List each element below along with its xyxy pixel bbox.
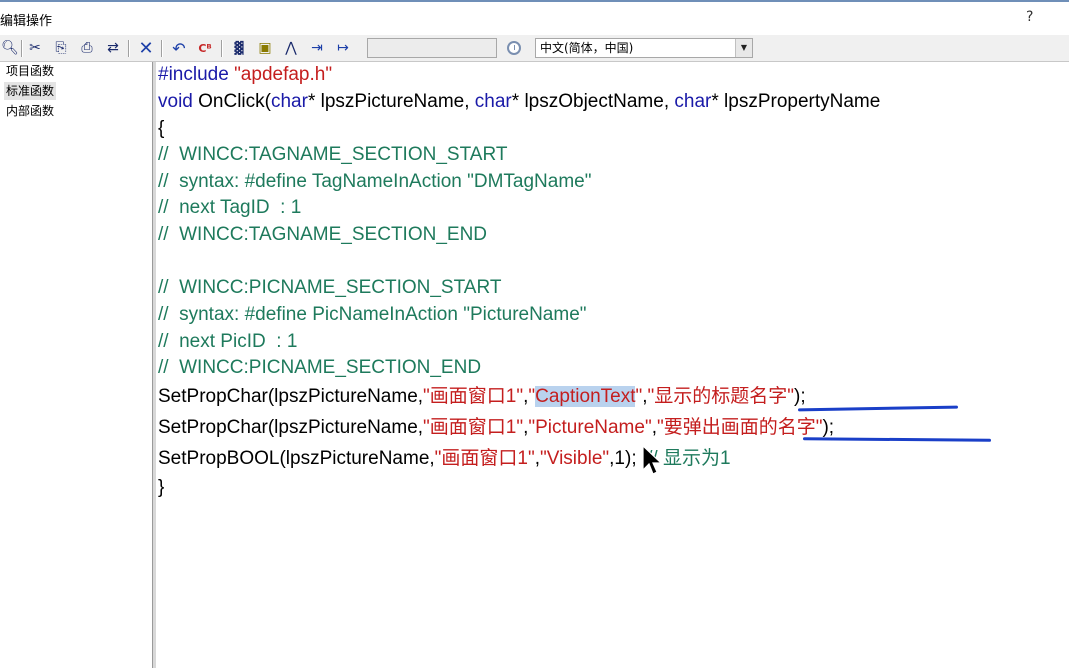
toolbar: 🔍︎ ✂︎ ⎘ ⎙ ⇄ ✕ ↶ Cᴮ ▓ ▣ ⋀ ⇥ ↦ 中文(简体，中国) ▼ xyxy=(0,35,1069,62)
cube-icon[interactable]: ▣ xyxy=(255,38,275,58)
toolbar-field[interactable] xyxy=(367,38,497,58)
pin-icon[interactable]: ⋀ xyxy=(281,38,301,58)
mouse-cursor-icon xyxy=(642,445,662,475)
help-button[interactable]: ? xyxy=(1026,9,1033,25)
export-icon[interactable]: ↦ xyxy=(333,38,353,58)
code-line: void OnClick(char* lpszPictureName, char… xyxy=(158,91,881,112)
window-title: 编辑操作 xyxy=(0,14,53,29)
code-comment: // WINCC:PICNAME_SECTION_END xyxy=(158,357,482,378)
compile-icon[interactable]: Cᴮ xyxy=(195,38,215,58)
tree-item-standard-functions[interactable]: 标准函数 xyxy=(4,82,57,100)
code-line: SetPropChar(lpszPictureName,"画面窗口1","Cap… xyxy=(158,386,806,407)
language-select[interactable]: 中文(简体，中国) ▼ xyxy=(535,38,753,58)
chevron-down-icon[interactable]: ▼ xyxy=(735,39,752,57)
copy-icon[interactable]: ⎘ xyxy=(51,38,71,58)
tree-item-internal-functions[interactable]: 内部函数 xyxy=(4,102,56,120)
toolbar-separator xyxy=(221,40,223,57)
code-comment: // next PicID : 1 xyxy=(158,331,298,352)
language-value: 中文(简体，中国) xyxy=(540,41,634,55)
import-icon[interactable]: ⇥ xyxy=(307,38,327,58)
clock-icon[interactable] xyxy=(504,38,524,58)
find-icon[interactable]: 🔍︎ xyxy=(0,38,20,58)
function-tree: 项目函数 标准函数 内部函数 xyxy=(0,62,153,668)
code-editor[interactable]: #include "apdefap.h" void OnClick(char* … xyxy=(156,62,1069,668)
replace-icon[interactable]: ⇄ xyxy=(103,38,123,58)
ruler-icon[interactable]: ▓ xyxy=(229,38,249,58)
code-comment: // next TagID : 1 xyxy=(158,197,302,218)
toolbar-separator xyxy=(21,40,23,57)
annotation-underline xyxy=(797,405,959,412)
code-line: } xyxy=(158,477,165,498)
title-bar: 编辑操作 ? xyxy=(0,0,1069,35)
code-comment: // WINCC:TAGNAME_SECTION_START xyxy=(158,144,508,165)
code-line: { xyxy=(158,118,165,139)
toolbar-separator xyxy=(161,40,163,57)
toolbar-separator xyxy=(128,40,130,57)
code-comment: // syntax: #define TagNameInAction "DMTa… xyxy=(158,171,592,192)
paste-icon[interactable]: ⎙ xyxy=(77,38,97,58)
tree-item-project-functions[interactable]: 项目函数 xyxy=(4,62,56,80)
code-line: SetPropChar(lpszPictureName,"画面窗口1","Pic… xyxy=(158,417,835,438)
code-comment: // WINCC:TAGNAME_SECTION_END xyxy=(158,224,488,245)
code-comment: // WINCC:PICNAME_SECTION_START xyxy=(158,277,502,298)
selected-text: CaptionText xyxy=(535,386,636,407)
cut-icon[interactable]: ✂︎ xyxy=(25,38,45,58)
delete-icon[interactable]: ✕ xyxy=(136,38,156,59)
undo-icon[interactable]: ↶ xyxy=(169,38,189,58)
annotation-underline xyxy=(802,437,992,442)
code-comment: // syntax: #define PicNameInAction "Pict… xyxy=(158,304,587,325)
code-line: #include "apdefap.h" xyxy=(158,64,333,85)
